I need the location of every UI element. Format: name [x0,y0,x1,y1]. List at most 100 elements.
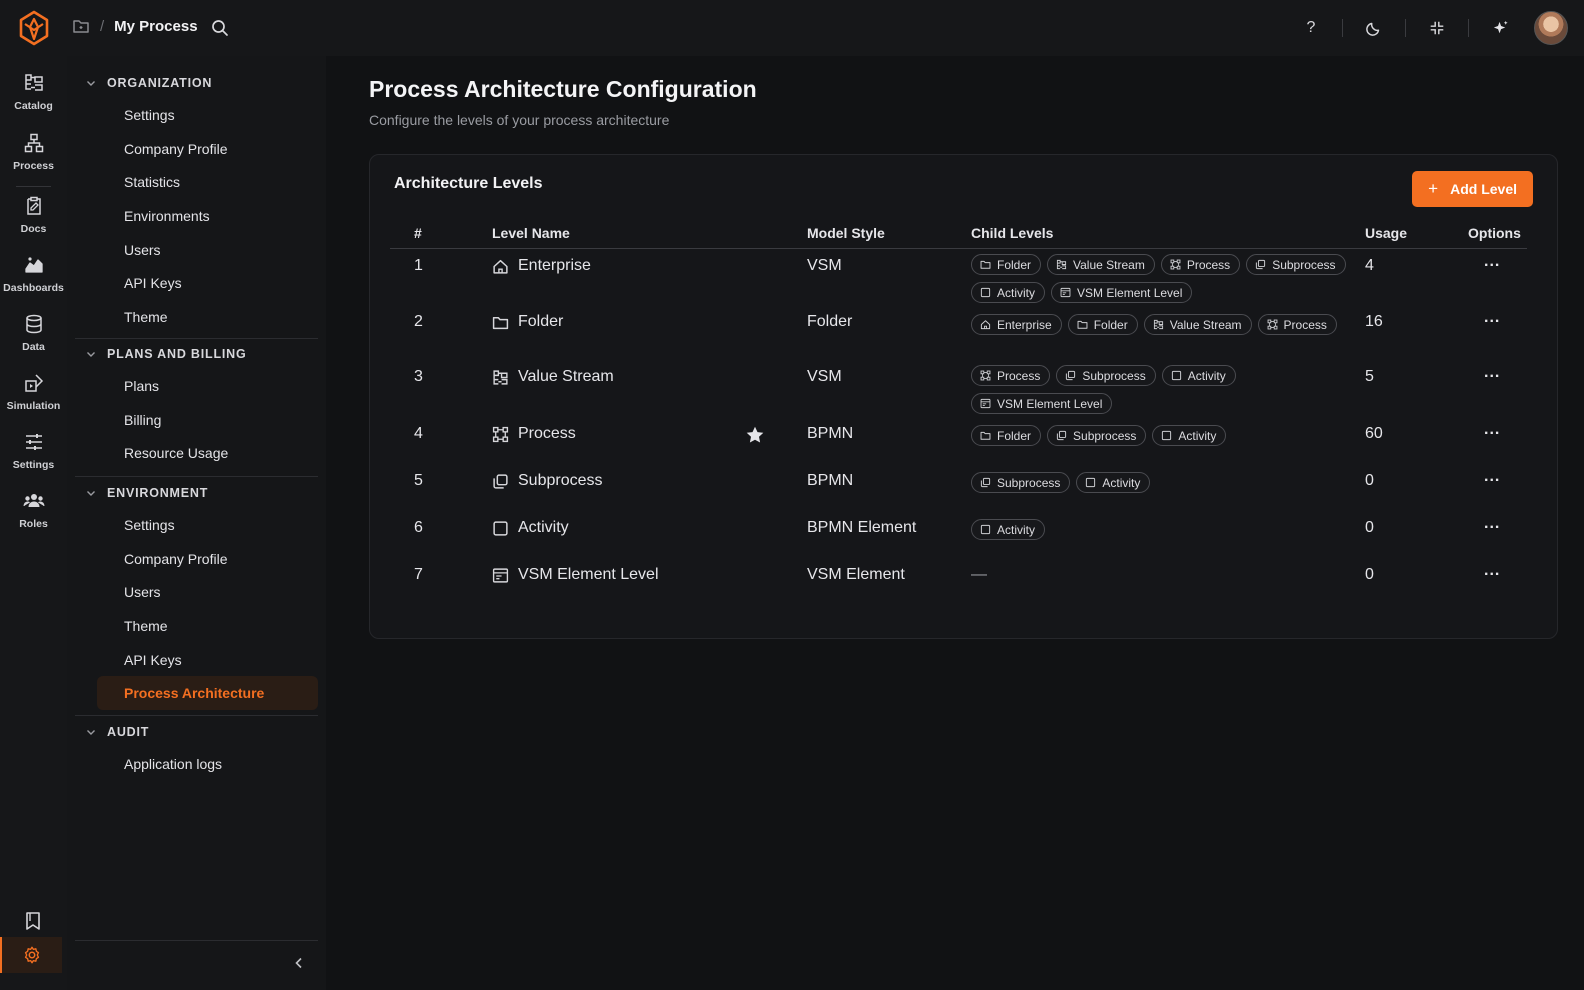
rail-item-dashboards[interactable]: Dashboards [0,254,67,306]
model-style: VSM [807,368,842,385]
nav-item-org-users[interactable]: Users [75,233,318,267]
nav-item-env-settings[interactable]: Settings [75,508,318,542]
rail-item-settings[interactable]: Settings [0,431,67,483]
col-header-model-style[interactable]: Model Style [807,225,885,241]
row-options-button[interactable]: ... [1484,364,1500,382]
default-star-icon[interactable] [745,425,765,445]
nav-item-application-logs[interactable]: Application logs [75,747,318,781]
settings-gear-button[interactable] [0,937,62,973]
nav-item-billing[interactable]: Billing [75,403,318,437]
child-level-chip[interactable]: Activity [1161,365,1236,386]
nav-item-org-api-keys[interactable]: API Keys [75,266,318,300]
row-options-button[interactable]: ... [1484,562,1500,580]
nav-item-org-settings[interactable]: Settings [75,98,318,132]
process-icon [980,370,991,381]
child-level-chip[interactable]: Subprocess [1047,425,1147,446]
simulation-icon [24,374,43,392]
model-style: BPMN Element [807,519,917,536]
row-options-button[interactable]: ... [1484,421,1500,439]
child-level-chip[interactable]: Value Stream [1143,314,1252,335]
col-header-level-name[interactable]: Level Name [492,225,570,241]
add-level-button[interactable]: + Add Level [1412,171,1533,207]
activity-icon [493,520,508,536]
app-logo-icon[interactable] [18,10,50,46]
breadcrumb-separator: / [100,17,105,35]
nav-item-env-company-profile[interactable]: Company Profile [75,542,318,576]
rail-item-data[interactable]: Data [0,313,67,365]
level-name[interactable]: Value Stream [492,368,614,386]
collapse-view-button[interactable] [1419,10,1455,46]
child-level-chip[interactable]: Value Stream [1047,254,1155,275]
process-icon [492,426,509,442]
rail-item-simulation[interactable]: Simulation [0,372,67,424]
search-icon[interactable] [210,18,230,38]
nav-item-env-theme[interactable]: Theme [75,609,318,643]
row-options-button[interactable]: ... [1484,515,1500,533]
nav-section-header[interactable]: ENVIRONMENT [75,478,318,508]
nav-section-header[interactable]: ORGANIZATION [75,68,318,98]
child-level-chip[interactable]: VSM Element Level [971,393,1113,414]
breadcrumb-current[interactable]: My Process [114,18,197,35]
activity-icon [1086,477,1096,488]
child-level-chip[interactable]: Enterprise [971,314,1062,335]
row-options-button[interactable]: ... [1484,253,1500,271]
nav-item-org-environments[interactable]: Environments [75,199,318,233]
child-level-chip[interactable]: Activity [1152,425,1227,446]
rail-item-roles[interactable]: Roles [0,490,67,542]
rail-item-catalog[interactable]: Catalog [0,72,67,124]
ai-assistant-button[interactable] [1482,10,1518,46]
child-level-chip[interactable]: Activity [971,519,1046,540]
nav-item-env-users[interactable]: Users [75,575,318,609]
user-avatar[interactable] [1534,11,1568,45]
nav-item-org-theme[interactable]: Theme [75,300,318,334]
nav-section-header[interactable]: AUDIT [75,717,318,747]
chevron-down-icon [87,81,95,86]
child-level-chip[interactable]: Process [971,365,1051,386]
bookmark-icon[interactable] [22,910,44,932]
child-level-chip[interactable]: Process [1257,314,1337,335]
help-button[interactable]: ? [1293,10,1329,46]
child-level-chip[interactable]: Folder [971,254,1042,275]
level-name[interactable]: Folder [492,313,563,331]
activity-icon [980,287,991,298]
child-level-chip[interactable]: Activity [971,282,1046,303]
nav-item-org-statistics[interactable]: Statistics [75,165,318,199]
theme-toggle-button[interactable] [1356,10,1392,46]
row-options-button[interactable]: ... [1484,309,1500,327]
chip-label: Enterprise [997,317,1052,332]
usage-count: 4 [1365,257,1374,274]
process-icon [1267,319,1277,330]
nav-section-header[interactable]: PLANS AND BILLING [75,339,318,369]
child-level-chip[interactable]: Folder [1067,314,1138,335]
nav-item-process-architecture[interactable]: Process Architecture [97,676,318,711]
level-name-text: Process [518,425,576,442]
rail-label: Simulation [6,400,61,412]
child-level-chip[interactable]: Subprocess [971,472,1071,493]
chevron-down-icon [87,352,95,357]
col-header-usage[interactable]: Usage [1365,225,1407,241]
level-name[interactable]: Activity [492,519,569,537]
divider [1342,19,1343,37]
child-level-chip[interactable]: Activity [1076,472,1151,493]
level-name[interactable]: Enterprise [492,257,591,275]
nav-item-env-api-keys[interactable]: API Keys [75,643,318,677]
nav-item-plans[interactable]: Plans [75,369,318,403]
level-name[interactable]: Process [492,425,576,443]
level-name[interactable]: VSM Element Level [492,566,659,584]
child-level-chip[interactable]: Process [1160,254,1241,275]
rail-item-docs[interactable]: Docs [0,195,67,247]
subprocess-icon [1256,259,1266,270]
rail-item-process[interactable]: Process [0,132,67,184]
child-level-chip[interactable]: Subprocess [1246,254,1346,275]
nav-item-resource-usage[interactable]: Resource Usage [75,436,318,470]
folder-home-icon[interactable] [72,17,90,35]
level-name[interactable]: Subprocess [492,472,603,490]
process-icon [1170,259,1181,270]
row-options-button[interactable]: ... [1484,468,1500,486]
nav-item-org-company-profile[interactable]: Company Profile [75,132,318,166]
child-level-chip[interactable]: Subprocess [1056,365,1156,386]
chevron-left-icon[interactable] [292,956,306,970]
child-level-chip[interactable]: VSM Element Level [1051,282,1193,303]
child-level-chip[interactable]: Folder [971,425,1042,446]
child-levels: Enterprise Folder Value Stream Process [971,314,1351,335]
